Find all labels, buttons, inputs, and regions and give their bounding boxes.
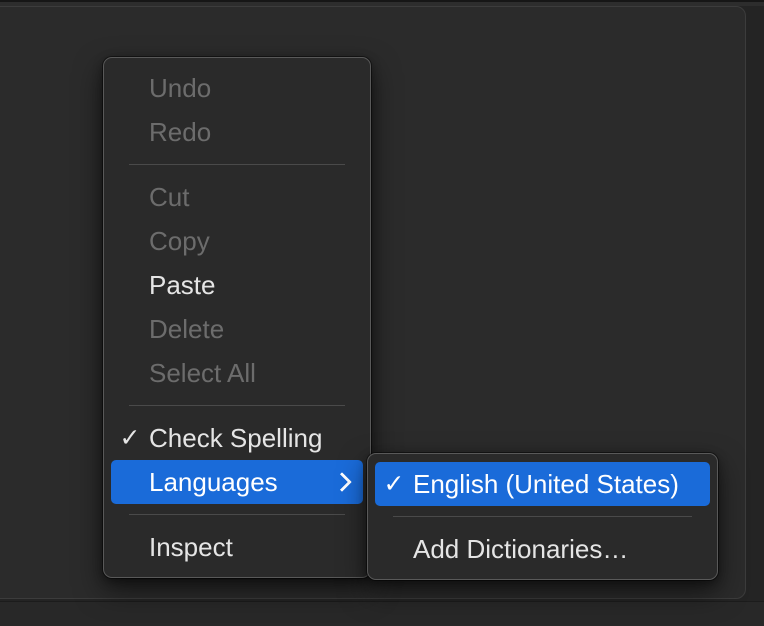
menu-separator [129,405,345,406]
menu-item-label: Undo [149,72,212,103]
menu-item-label: Check Spelling [149,422,323,453]
menu-item-redo[interactable]: Redo [111,110,363,154]
menu-item-label: English (United States) [413,468,679,499]
menu-item-cut[interactable]: Cut [111,175,363,219]
window-bottom-strip [0,601,764,626]
chevron-right-icon [332,472,352,492]
menu-item-label: Languages [149,466,278,497]
checkmark-icon: ✓ [383,469,405,498]
menu-item-label: Add Dictionaries… [413,533,629,564]
context-menu: Undo Redo Cut Copy Paste Delete Select A… [103,57,371,578]
menu-item-undo[interactable]: Undo [111,66,363,110]
menu-item-label: Cut [149,181,190,212]
menu-item-inspect[interactable]: Inspect [111,525,363,569]
menu-item-delete[interactable]: Delete [111,307,363,351]
menu-item-label: Select All [149,357,256,388]
screen: Undo Redo Cut Copy Paste Delete Select A… [0,0,764,626]
menu-item-label: Copy [149,225,210,256]
checkmark-icon: ✓ [119,423,141,452]
submenu-item-english-united-states[interactable]: ✓ English (United States) [375,462,710,506]
menu-item-check-spelling[interactable]: ✓ Check Spelling [111,416,363,460]
submenu-item-add-dictionaries[interactable]: Add Dictionaries… [375,527,710,571]
languages-submenu: ✓ English (United States) Add Dictionari… [367,453,718,580]
menu-item-label: Paste [149,269,216,300]
menu-separator [129,164,345,165]
menu-separator [129,514,345,515]
menu-item-label: Inspect [149,531,233,562]
menu-separator [393,516,692,517]
menu-item-label: Redo [149,116,212,147]
menu-item-copy[interactable]: Copy [111,219,363,263]
menu-item-label: Delete [149,313,225,344]
menu-item-paste[interactable]: Paste [111,263,363,307]
menu-item-languages[interactable]: Languages [111,460,363,504]
menu-item-select-all[interactable]: Select All [111,351,363,395]
